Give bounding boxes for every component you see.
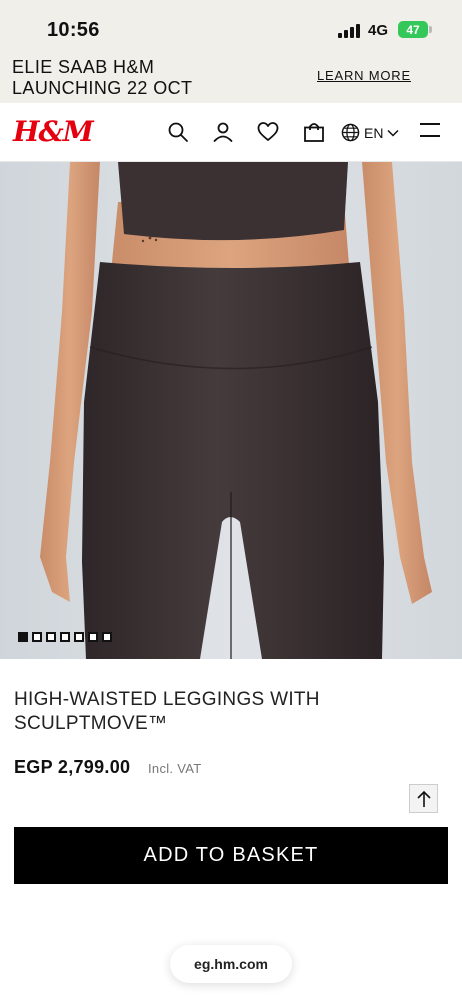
pagination-dot[interactable] [46,632,56,642]
scroll-to-top-button[interactable] [409,784,438,813]
product-title: HIGH-WAISTED LEGGINGS WITH SCULPTMOVE™ [14,689,320,734]
pagination-dot[interactable] [74,632,84,642]
arrow-up-icon [416,790,431,807]
site-header: H&M EN [0,103,462,162]
battery-level: 47 [406,22,420,37]
battery-tip [429,26,432,33]
product-price: EGP 2,799.00 [14,757,131,777]
status-bar: 10:56 4G 47 [0,0,462,55]
promo-banner: ELIE SAAB H&M LAUNCHING 22 OCT LEARN MOR… [0,55,462,103]
promo-text: ELIE SAAB H&M LAUNCHING 22 OCT [12,57,192,99]
bag-icon[interactable] [303,121,325,143]
hm-logo[interactable]: H&M [13,115,94,148]
pagination-dot[interactable] [60,632,70,642]
image-pagination [18,632,112,642]
menu-icon[interactable] [420,123,440,137]
learn-more-link[interactable]: LEARN MORE [317,68,411,83]
browser-url-bar[interactable]: eg.hm.com [170,945,292,983]
heart-icon[interactable] [257,121,279,143]
battery-icon: 47 [398,21,428,38]
globe-icon [341,123,360,142]
pagination-dot[interactable] [102,632,112,642]
product-image[interactable] [0,162,462,659]
pagination-dot[interactable] [88,632,98,642]
network-label: 4G [368,22,389,39]
search-icon[interactable] [167,121,189,143]
pagination-dot[interactable] [18,632,28,642]
add-to-basket-button[interactable]: ADD TO BASKET [14,827,448,884]
vat-note: Incl. VAT [148,761,202,776]
product-photo [0,162,462,659]
promo-line-1: ELIE SAAB H&M [12,57,155,77]
chevron-down-icon [387,129,399,137]
promo-line-2: LAUNCHING 22 OCT [12,78,193,98]
account-icon[interactable] [212,121,234,143]
status-time: 10:56 [47,19,100,41]
pagination-dot[interactable] [32,632,42,642]
language-label: EN [364,124,384,141]
signal-icon [338,24,362,38]
browser-url: eg.hm.com [194,956,268,972]
language-selector[interactable]: EN [341,123,399,142]
